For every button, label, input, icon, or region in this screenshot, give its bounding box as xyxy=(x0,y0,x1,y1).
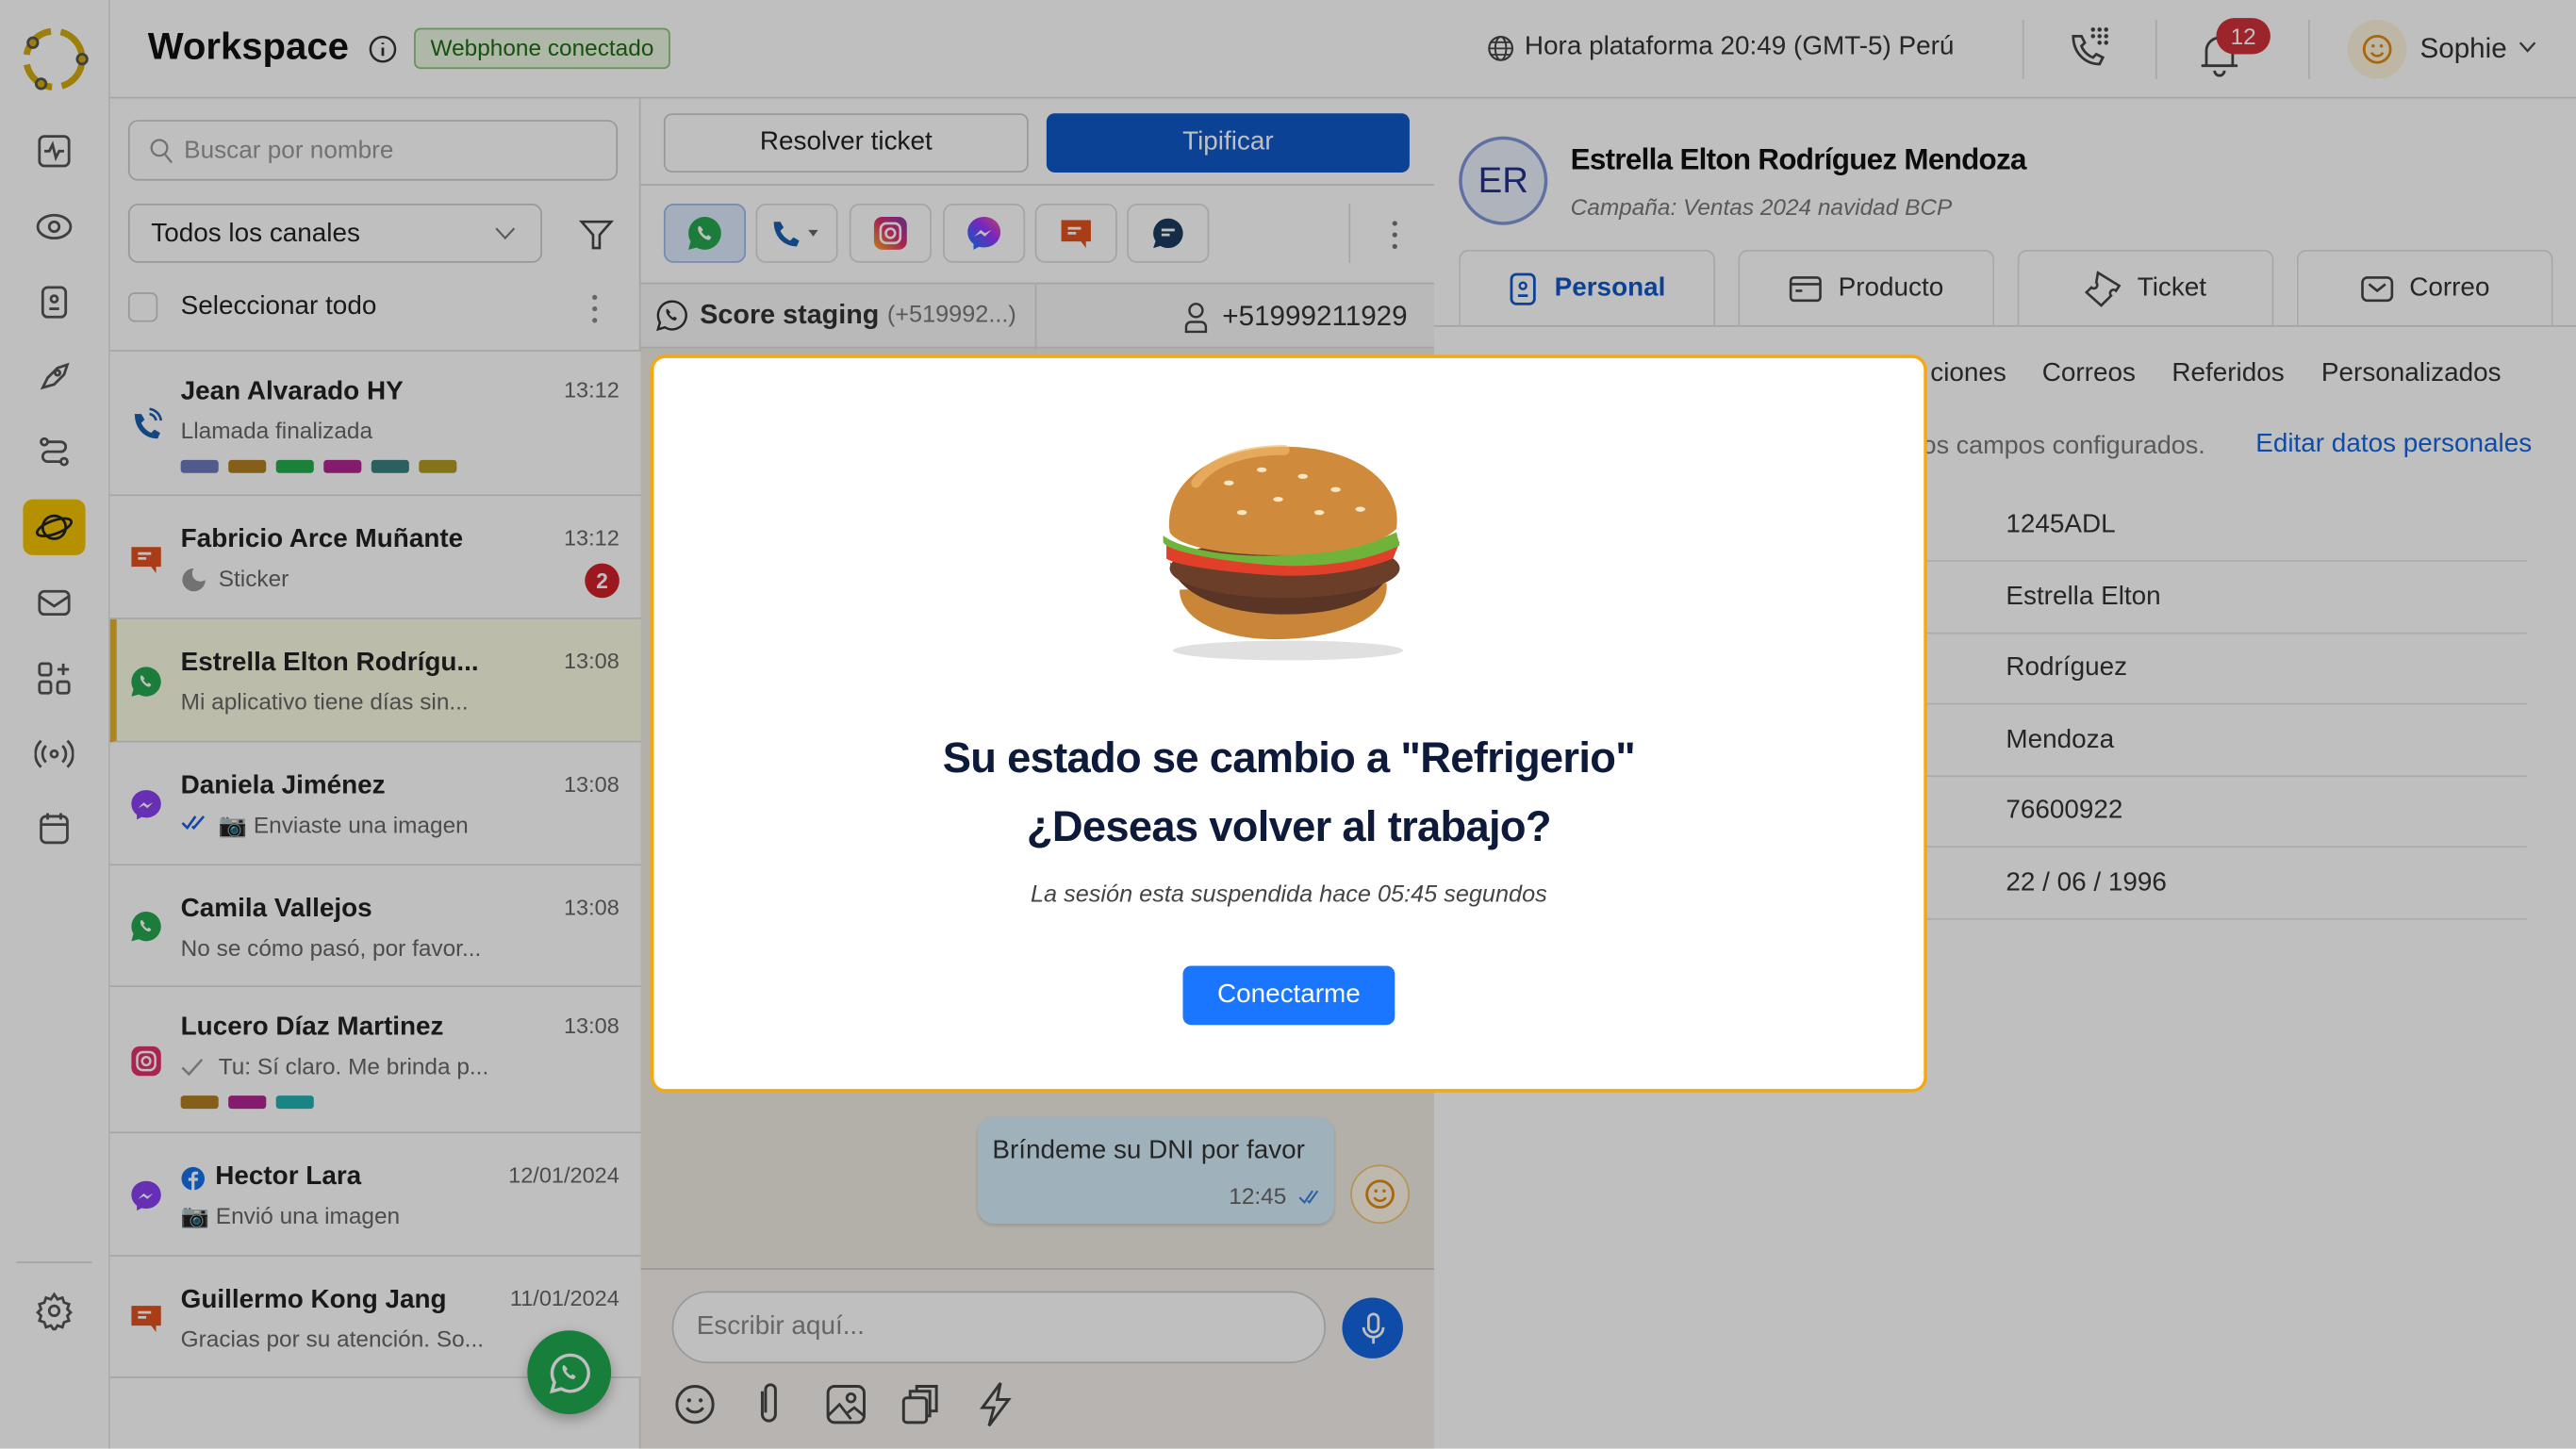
modal-title-line1: Su estado se cambio a "Refrigerio" xyxy=(942,733,1636,782)
modal-title-line2: ¿Deseas volver al trabajo? xyxy=(1026,801,1552,851)
modal-subtitle: La sesión esta suspendida hace 05:45 seg… xyxy=(1030,881,1547,909)
connect-button[interactable]: Conectarme xyxy=(1182,965,1395,1026)
status-change-modal: Su estado se cambio a "Refrigerio" ¿Dese… xyxy=(650,354,1927,1093)
burger-illustration xyxy=(1163,445,1403,661)
